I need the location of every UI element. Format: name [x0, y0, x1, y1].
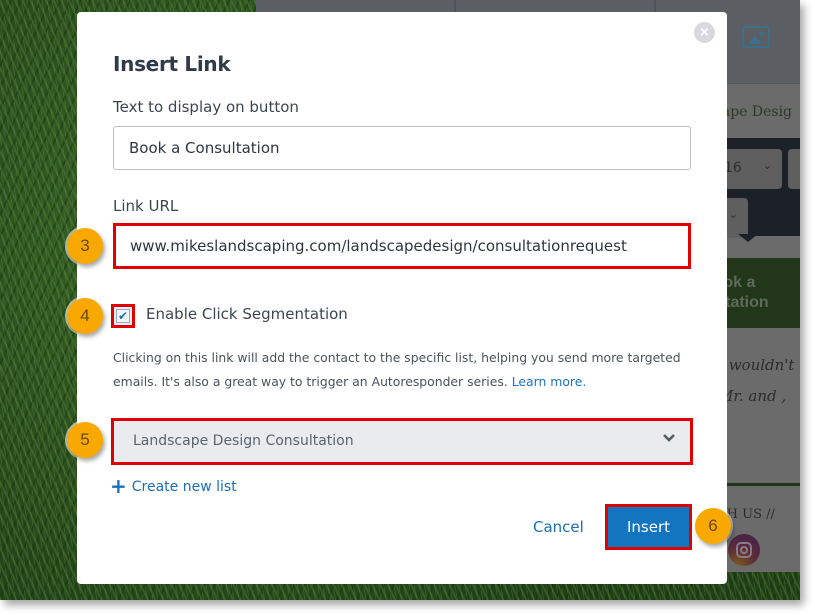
learn-more-link[interactable]: Learn more. — [512, 374, 587, 389]
checkmark-icon: ✔ — [116, 309, 130, 323]
callout-badge: 5 — [67, 422, 103, 458]
contact-list-select[interactable]: Landscape Design Consultation — [111, 418, 693, 465]
callout-badge: 3 — [67, 228, 103, 264]
create-new-list-label: Create new list — [131, 479, 237, 495]
display-text-label: Text to display on button — [113, 98, 299, 116]
dialog-title: Insert Link — [113, 52, 231, 76]
link-url-input[interactable] — [113, 223, 691, 269]
create-new-list-link[interactable]: + Create new list — [110, 474, 237, 498]
testimonial-line: I wouldn't — [718, 356, 795, 374]
close-button[interactable]: × — [694, 22, 715, 43]
format-select[interactable] — [788, 149, 800, 189]
link-url-label: Link URL — [113, 197, 179, 215]
callout-badge: 6 — [695, 508, 731, 544]
plus-icon: + — [110, 474, 127, 498]
segmentation-help-text: Clicking on this link will add the conta… — [113, 346, 693, 394]
insert-link-dialog: × Insert Link Text to display on button … — [77, 12, 727, 584]
image-icon[interactable] — [742, 26, 770, 48]
callout-badge: 4 — [67, 298, 103, 334]
toolbar-pointer — [738, 234, 758, 242]
chevron-down-icon: ⌄ — [762, 159, 772, 172]
cancel-button[interactable]: Cancel — [533, 518, 584, 536]
click-segmentation-label[interactable]: Enable Click Segmentation — [146, 305, 348, 323]
display-text-input[interactable] — [113, 126, 691, 170]
click-segmentation-checkbox[interactable]: ✔ — [111, 304, 135, 328]
insert-button[interactable]: Insert — [605, 504, 692, 550]
chevron-down-icon — [663, 434, 675, 442]
testimonial-line: Mr. and , — [718, 387, 787, 405]
help-text-body: Clicking on this link will add the conta… — [113, 350, 681, 389]
chevron-down-icon: ⌄ — [728, 208, 738, 221]
instagram-icon[interactable] — [728, 534, 760, 566]
screenshot-frame: cape Desig 16 ⌄ ⌄ Book a sultation I wou… — [0, 0, 800, 600]
selected-list-value: Landscape Design Consultation — [133, 433, 354, 449]
testimonial-text: I wouldn't Mr. and , — [718, 350, 794, 412]
